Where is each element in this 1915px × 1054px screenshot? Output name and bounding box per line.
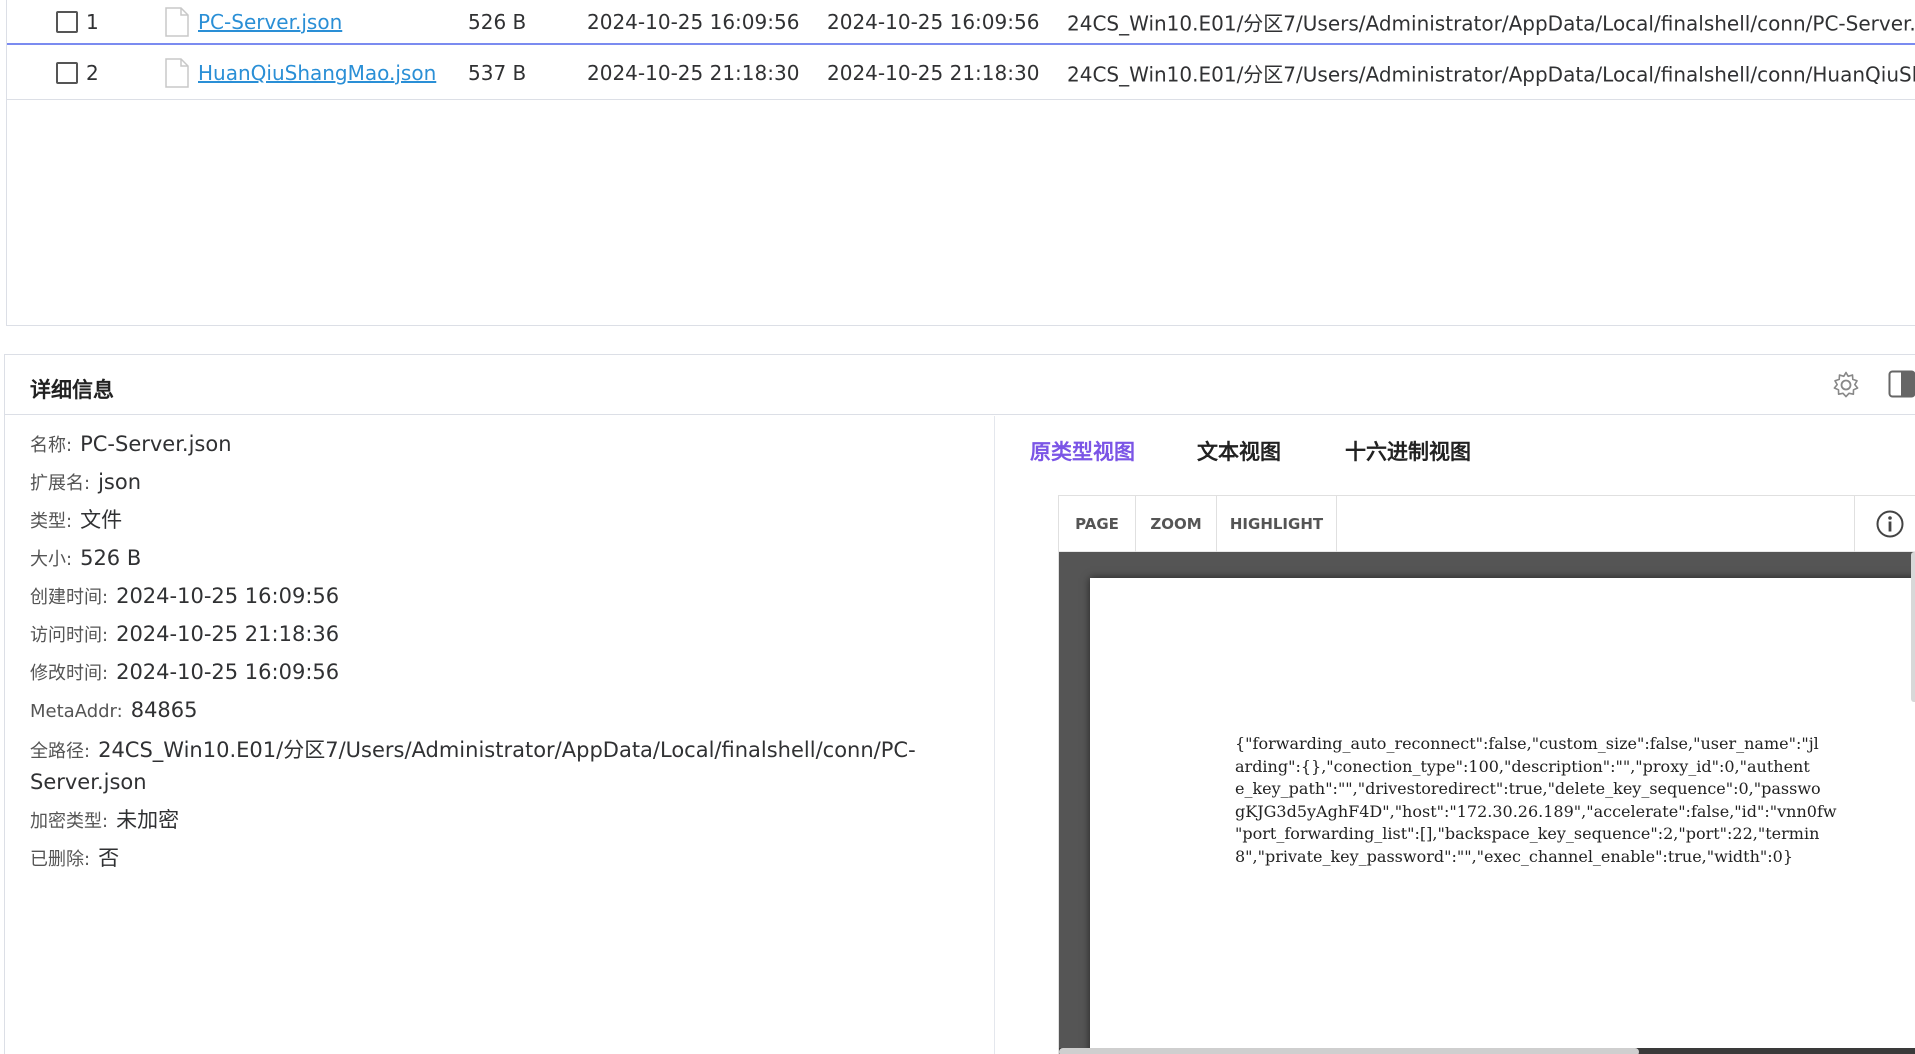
row-checkbox[interactable] — [56, 11, 78, 33]
document-page: {"forwarding_auto_reconnect":false,"cust… — [1090, 578, 1915, 1048]
file-path: 24CS_Win10.E01/分区7/Users/Administrator/A… — [1067, 11, 1915, 36]
table-row[interactable]: 2 HuanQiuShangMao.json 537 B 2024-10-25 … — [7, 47, 1915, 100]
info-row-accessed: 访问时间: 2024-10-25 21:18:36 — [30, 621, 1000, 649]
info-row-metaaddr: MetaAddr: 84865 — [30, 697, 1000, 725]
horizontal-scrollbar-thumb[interactable] — [1059, 1048, 1639, 1054]
info-label: MetaAddr: — [30, 701, 123, 722]
info-label: 访问时间: — [30, 625, 109, 646]
info-value: 否 — [98, 846, 120, 870]
info-value: 2024-10-25 21:18:36 — [116, 622, 340, 646]
info-value: 526 B — [80, 546, 142, 570]
file-name-link[interactable]: PC-Server.json — [198, 10, 342, 34]
tab-native-view[interactable]: 原类型视图 — [1030, 436, 1135, 466]
file-size: 537 B — [468, 61, 527, 85]
row-index: 2 — [86, 61, 99, 85]
file-size: 526 B — [468, 10, 527, 34]
info-label: 加密类型: — [30, 811, 109, 832]
row-checkbox[interactable] — [56, 62, 78, 84]
info-label: 扩展名: — [30, 473, 91, 494]
table-row[interactable]: 1 PC-Server.json 526 B 2024-10-25 16:09:… — [7, 0, 1915, 45]
tab-text-view[interactable]: 文本视图 — [1197, 436, 1281, 466]
file-modified: 2024-10-25 16:09:56 — [827, 10, 1040, 34]
file-path: 24CS_Win10.E01/分区7/Users/Administrator/A… — [1067, 62, 1915, 87]
row-index: 1 — [86, 10, 99, 34]
page-line: {"forwarding_auto_reconnect":false,"cust… — [1235, 734, 1819, 753]
horizontal-scrollbar[interactable] — [1059, 1048, 1915, 1054]
info-value: 文件 — [80, 508, 123, 532]
page-line: 8","private_key_password":"","exec_chann… — [1235, 846, 1794, 866]
info-label: 修改时间: — [30, 663, 109, 684]
info-label: 名称: — [30, 435, 73, 456]
page-line: "port_forwarding_list":[],"backspace_key… — [1235, 824, 1820, 843]
file-created: 2024-10-25 16:09:56 — [587, 10, 800, 34]
info-row-modified: 修改时间: 2024-10-25 16:09:56 — [30, 659, 1000, 687]
info-row-extension: 扩展名: json — [30, 469, 1000, 497]
info-label: 大小: — [30, 549, 73, 570]
gear-icon[interactable] — [1831, 370, 1861, 400]
info-row-encryption: 加密类型: 未加密 — [30, 807, 1000, 835]
page-button[interactable]: PAGE — [1059, 496, 1136, 552]
document-page-text: {"forwarding_auto_reconnect":false,"cust… — [1235, 733, 1915, 868]
panel-divider[interactable] — [994, 416, 995, 1054]
tab-hex-view[interactable]: 十六进制视图 — [1345, 436, 1471, 466]
document-viewer: PAGE ZOOM HIGHLIGHT {"forwarding_auto_re… — [1058, 495, 1915, 1054]
file-table: 1 PC-Server.json 526 B 2024-10-25 16:09:… — [6, 0, 1915, 326]
zoom-button[interactable]: ZOOM — [1136, 496, 1217, 552]
info-label: 类型: — [30, 511, 73, 532]
details-title: 详细信息 — [30, 378, 114, 402]
file-name-link[interactable]: HuanQiuShangMao.json — [198, 61, 436, 85]
file-icon — [165, 7, 189, 37]
page-line: e_key_path":"","drivestoredirect":true,"… — [1235, 779, 1821, 798]
file-created: 2024-10-25 21:18:30 — [587, 61, 800, 85]
viewer-canvas[interactable]: {"forwarding_auto_reconnect":false,"cust… — [1059, 552, 1915, 1048]
info-value: 2024-10-25 16:09:56 — [116, 584, 340, 608]
info-value: 未加密 — [116, 808, 180, 832]
page-line: arding":{},"conection_type":100,"descrip… — [1235, 756, 1810, 776]
panel-toggle-icon[interactable] — [1888, 370, 1915, 398]
info-value: 2024-10-25 16:09:56 — [116, 660, 340, 684]
info-label: 创建时间: — [30, 587, 109, 608]
info-row-size: 大小: 526 B — [30, 545, 1000, 573]
viewer-toolbar: PAGE ZOOM HIGHLIGHT — [1059, 496, 1915, 552]
info-icon[interactable] — [1854, 496, 1915, 552]
page-line: gKJG3d5yAghF4D","host":"172.30.26.189","… — [1235, 801, 1837, 821]
info-label: 已删除: — [30, 849, 91, 870]
details-header: 详细信息 — [5, 355, 1915, 415]
info-value: 84865 — [130, 698, 198, 722]
file-icon — [165, 58, 189, 88]
details-info-list: 名称: PC-Server.json 扩展名: json 类型: 文件 大小: 526 … — [30, 431, 1000, 883]
info-value: 24CS_Win10.E01/分区7/Users/Administrator/A… — [30, 738, 916, 794]
vertical-scrollbar[interactable] — [1911, 552, 1915, 702]
info-row-created: 创建时间: 2024-10-25 16:09:56 — [30, 583, 1000, 611]
info-row-fullpath: 全路径: 24CS_Win10.E01/分区7/Users/Administrat… — [30, 735, 960, 797]
info-label: 全路径: — [30, 741, 91, 762]
info-value: json — [98, 470, 142, 494]
file-modified: 2024-10-25 21:18:30 — [827, 61, 1040, 85]
details-panel: 详细信息 名称: PC-Server.json 扩展名: json 类型: 文件 大小… — [4, 354, 1915, 1054]
info-row-name: 名称: PC-Server.json — [30, 431, 1000, 459]
info-row-deleted: 已删除: 否 — [30, 845, 1000, 873]
highlight-button[interactable]: HIGHLIGHT — [1217, 496, 1337, 552]
info-row-type: 类型: 文件 — [30, 507, 1000, 535]
info-value: PC-Server.json — [80, 432, 232, 456]
